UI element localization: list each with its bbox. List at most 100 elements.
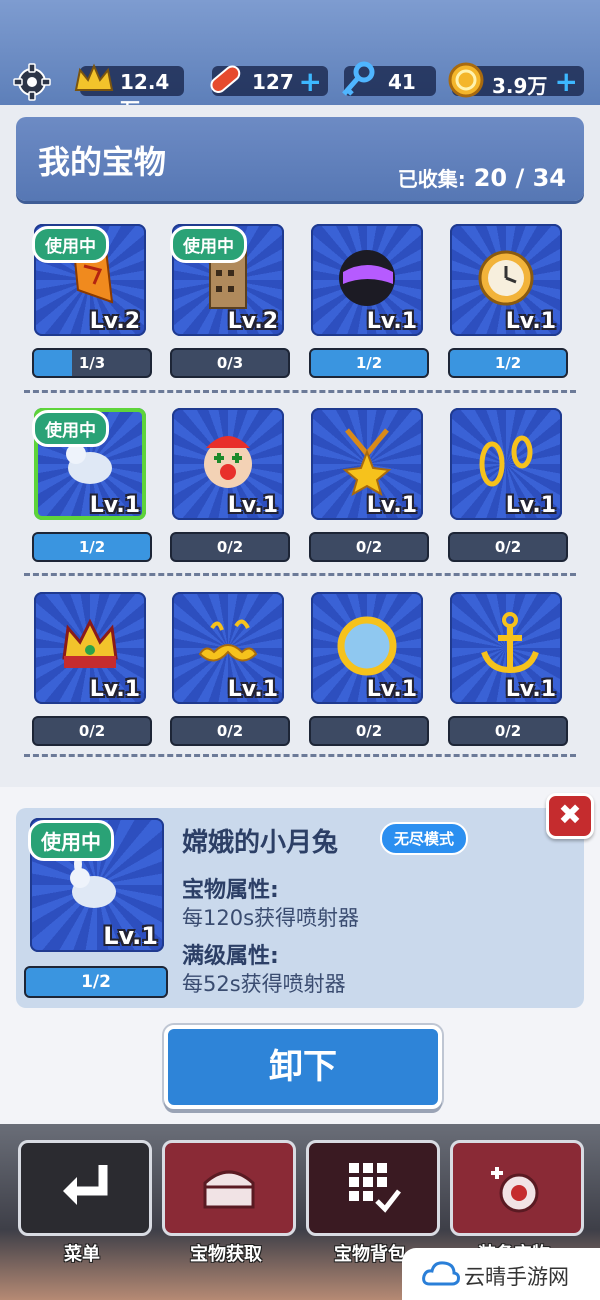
- star-necklace-icon: [342, 428, 392, 496]
- coin-icon: [448, 62, 484, 98]
- nav-treasure-bag-button[interactable]: [306, 1140, 440, 1236]
- treasure-item-gold-earrings[interactable]: Lv.1: [450, 408, 566, 524]
- key-icon: [342, 61, 375, 96]
- watermark-text: 云晴手游网: [464, 1265, 569, 1289]
- treasure-item-building[interactable]: Lv.2 使用中: [170, 224, 288, 340]
- item-progress-text: 1/2: [494, 354, 522, 372]
- treasure-item-anchor[interactable]: Lv.1: [450, 592, 566, 708]
- collected-status: 已收集: 20 / 34: [398, 163, 566, 192]
- item-progress-text: 0/3: [216, 354, 244, 372]
- treasure-item-clown-mask[interactable]: Lv.1: [172, 408, 288, 524]
- anchor-icon: [481, 612, 539, 674]
- item-progress-bar: 1/3: [32, 348, 152, 378]
- treasure-item-star-necklace[interactable]: Lv.1: [311, 408, 427, 524]
- item-progress-bar: 0/2: [170, 532, 290, 562]
- treasure-tile: Lv.1: [450, 408, 562, 520]
- item-level: Lv.1: [89, 677, 140, 702]
- row-divider: [24, 754, 576, 757]
- treasure-item-gold-mustache[interactable]: Lv.1: [172, 592, 288, 708]
- treasure-tile: Lv.1: [34, 592, 146, 704]
- max-attribute-label: 满级属性:: [182, 944, 279, 969]
- coin-value: 3.9万: [492, 74, 548, 98]
- nav-menu-button[interactable]: [18, 1140, 152, 1236]
- grid-check-icon: [349, 1163, 401, 1213]
- item-progress-bar: 0/2: [448, 532, 568, 562]
- treasure-item-gold-ring[interactable]: Lv.1: [311, 592, 427, 708]
- in-use-badge: 使用中: [32, 410, 109, 447]
- crown-resource: 12.4万: [74, 63, 184, 122]
- item-level: Lv.1: [505, 309, 556, 334]
- item-progress-text: 0/2: [494, 722, 522, 740]
- skateboard-resource: 127 +: [210, 65, 328, 98]
- page-header: 我的宝物 已收集: 20 / 34: [16, 117, 584, 201]
- row-divider: [24, 390, 576, 393]
- row-divider: [24, 573, 576, 576]
- skateboard-value: 127: [252, 70, 294, 94]
- key-resource: 41: [342, 61, 436, 96]
- item-progress-text: 0/2: [216, 722, 244, 740]
- treasure-item-pocket-watch[interactable]: Lv.1: [450, 224, 566, 340]
- watermark: 云晴手游网: [402, 1248, 600, 1300]
- nav-menu-label: 菜单: [64, 1244, 100, 1265]
- close-button[interactable]: ✖: [546, 793, 594, 839]
- detail-progress-bar: 1/2: [24, 966, 168, 998]
- attribute-label: 宝物属性:: [182, 878, 279, 903]
- treasure-tile: Lv.1: [450, 224, 562, 336]
- treasure-tile: Lv.1: [172, 592, 284, 704]
- helmet-icon: [339, 250, 395, 306]
- attribute-value: 每120s获得喷射器: [182, 906, 360, 930]
- treasure-tile: Lv.1: [172, 408, 284, 520]
- nav-equip-treasure-button[interactable]: [450, 1140, 584, 1236]
- treasure-tile: Lv.1: [311, 224, 423, 336]
- return-arrow-icon: [63, 1165, 108, 1205]
- gold-earrings-icon: [479, 435, 533, 487]
- crown-icon: [74, 63, 114, 91]
- nav-treasure-acquire-button[interactable]: [162, 1140, 296, 1236]
- item-progress-bar: 0/2: [448, 716, 568, 746]
- max-attribute-value: 每52s获得喷射器: [182, 972, 346, 996]
- clown-mask-icon: [204, 436, 252, 488]
- item-progress-bar: 1/2: [309, 348, 429, 378]
- gold-mustache-icon: [198, 619, 258, 662]
- item-progress-bar: 0/2: [32, 716, 152, 746]
- coin-resource: 3.9万 +: [448, 62, 584, 98]
- item-progress-text: 0/2: [494, 538, 522, 556]
- item-progress-bar: 1/2: [448, 348, 568, 378]
- in-use-badge: 使用中: [32, 226, 109, 263]
- item-level: Lv.2: [89, 309, 140, 334]
- skateboard-plus-button[interactable]: +: [299, 65, 322, 98]
- equip-treasure-icon: [491, 1167, 539, 1213]
- coin-plus-button[interactable]: +: [555, 65, 578, 98]
- item-progress-text: 1/3: [78, 354, 106, 372]
- item-progress-text: 0/2: [78, 722, 106, 740]
- treasure-item-crown[interactable]: Lv.1: [34, 592, 150, 708]
- item-level: Lv.1: [366, 677, 417, 702]
- item-progress-bar: 0/3: [170, 348, 290, 378]
- treasure-item-banner[interactable]: Lv.2 使用中: [32, 224, 150, 340]
- detail-progress-text: 1/2: [81, 972, 111, 992]
- cloud-logo-icon: [422, 1261, 460, 1286]
- item-level: Lv.1: [366, 493, 417, 518]
- mode-badge: 无尽模式: [380, 822, 469, 855]
- pocket-watch-icon: [478, 250, 534, 306]
- gold-ring-icon: [337, 616, 397, 676]
- collected-count: 20 / 34: [473, 164, 566, 192]
- skateboard-icon: [210, 65, 241, 94]
- treasure-tile: Lv.1: [450, 592, 562, 704]
- key-value: 41: [388, 70, 416, 94]
- item-level: Lv.1: [227, 677, 278, 702]
- item-progress-text: 0/2: [355, 538, 383, 556]
- item-level: Lv.1: [505, 493, 556, 518]
- gear-icon[interactable]: [12, 62, 52, 102]
- collected-label: 已收集:: [397, 167, 466, 191]
- item-progress-bar: 0/2: [309, 716, 429, 746]
- item-progress-text: 1/2: [78, 538, 106, 556]
- unequip-button[interactable]: 卸下: [164, 1025, 442, 1109]
- item-progress-text: 0/2: [355, 722, 383, 740]
- treasure-tile: Lv.1: [311, 408, 423, 520]
- page-title: 我的宝物: [38, 143, 167, 181]
- treasure-item-moon-rabbit[interactable]: Lv.1 使用中: [32, 408, 150, 524]
- crown-icon: [62, 618, 118, 668]
- treasure-item-helmet[interactable]: Lv.1: [311, 224, 427, 340]
- in-use-badge: 使用中: [170, 226, 247, 263]
